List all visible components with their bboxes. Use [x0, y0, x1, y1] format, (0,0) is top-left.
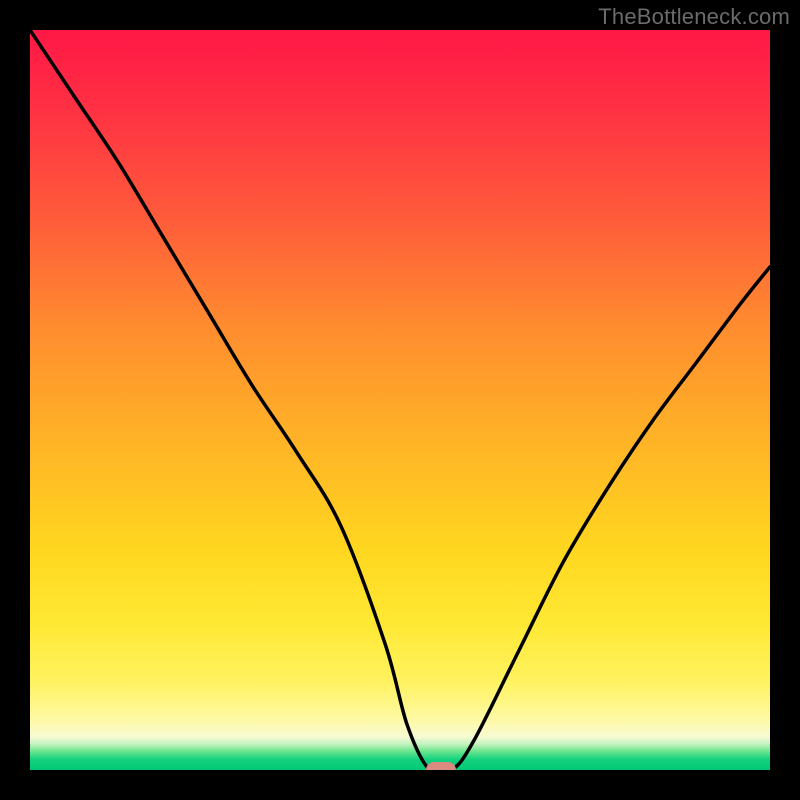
bottleneck-curve	[30, 30, 770, 770]
optimal-point-marker	[426, 762, 456, 770]
chart-frame: TheBottleneck.com	[0, 0, 800, 800]
attribution-text: TheBottleneck.com	[598, 4, 790, 30]
plot-area	[30, 30, 770, 770]
